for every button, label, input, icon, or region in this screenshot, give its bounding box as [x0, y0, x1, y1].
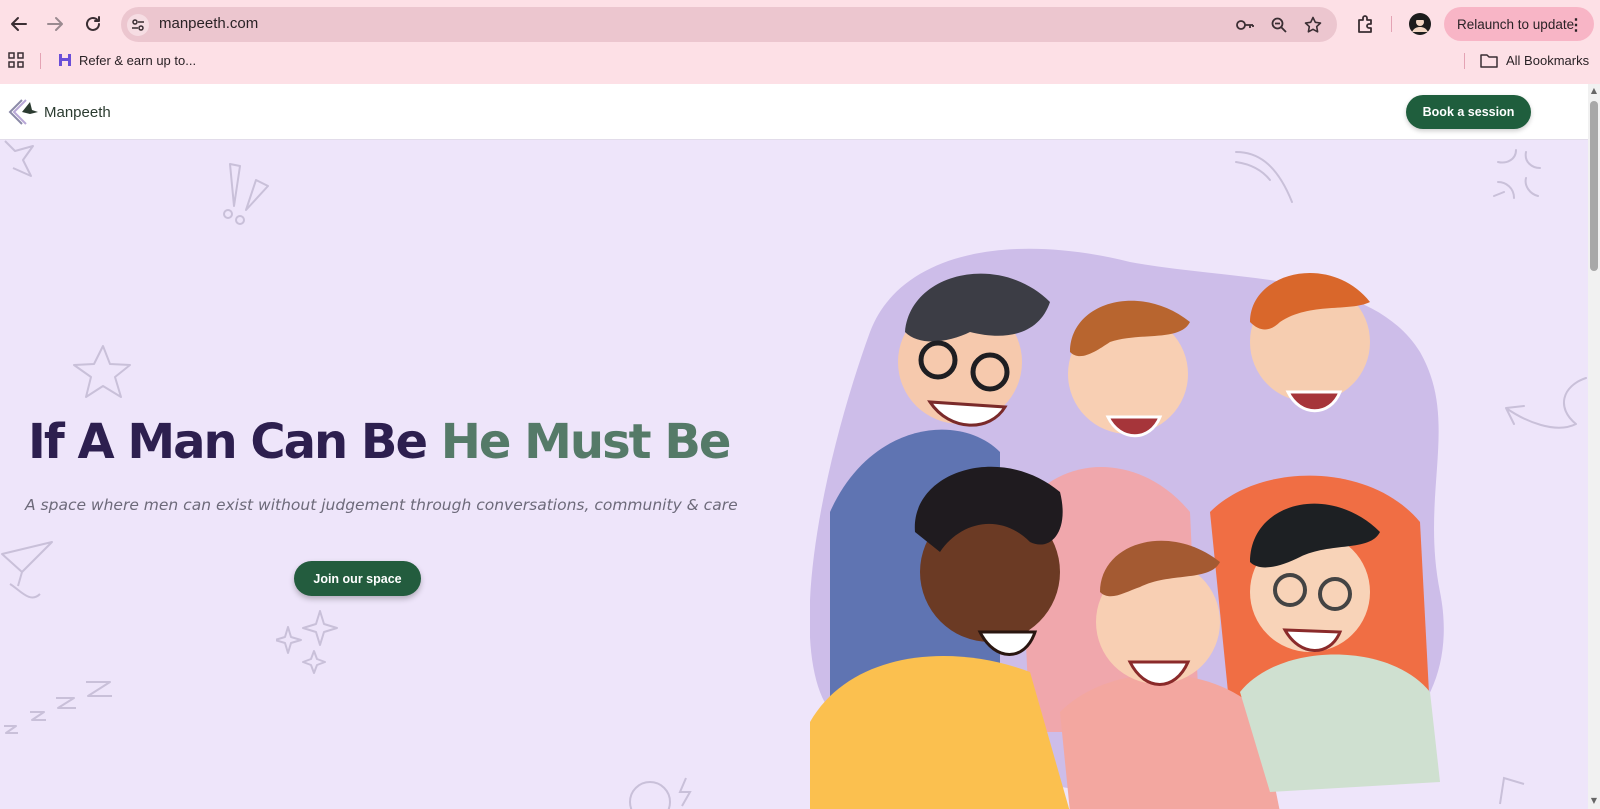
- hero-illustration: [810, 248, 1444, 809]
- star-icon[interactable]: [1302, 14, 1324, 36]
- password-key-icon[interactable]: [1234, 14, 1256, 36]
- bookmark-item[interactable]: Refer & earn up to...: [57, 52, 196, 68]
- reload-icon[interactable]: [78, 9, 108, 39]
- corner-doodle-icon: [1499, 776, 1525, 805]
- more-menu-icon[interactable]: ⋮: [1568, 15, 1584, 35]
- relaunch-button[interactable]: Relaunch to update ⋮: [1444, 7, 1594, 41]
- badge-doodle-icon: [629, 777, 692, 809]
- bookmark-divider: [40, 53, 41, 69]
- address-bar[interactable]: manpeeth.com: [121, 7, 1337, 42]
- burst-doodle-icon: [1493, 149, 1541, 199]
- hero-title-part2: He Must Be: [440, 414, 732, 470]
- scroll-up-icon[interactable]: ▲: [1589, 86, 1599, 96]
- zoom-icon[interactable]: [1268, 14, 1290, 36]
- page-scrollbar[interactable]: ▲ ▼: [1588, 84, 1600, 809]
- extensions-icon[interactable]: [1352, 10, 1380, 38]
- site-logo[interactable]: Manpeeth: [8, 98, 111, 126]
- manpeeth-logo-icon: [8, 99, 38, 125]
- all-bookmarks-label: All Bookmarks: [1506, 52, 1590, 68]
- folder-icon: [1480, 54, 1498, 68]
- forward-icon[interactable]: [40, 9, 70, 39]
- hero-subtitle: A space where men can exist without judg…: [25, 496, 738, 514]
- browser-toolbar: manpeeth.com Relaunch to update ⋮ Refer …: [0, 0, 1600, 84]
- scroll-down-icon[interactable]: ▼: [1589, 796, 1599, 806]
- all-bookmarks-button[interactable]: All Bookmarks: [1480, 52, 1589, 68]
- bookmark-label: Refer & earn up to...: [79, 52, 197, 68]
- book-session-button[interactable]: Book a session: [1406, 95, 1531, 129]
- apps-grid-icon[interactable]: [8, 52, 24, 68]
- exclamation-doodle-icon: [223, 163, 269, 225]
- relaunch-label: Relaunch to update: [1457, 16, 1575, 32]
- bookmark-divider-right: [1464, 53, 1465, 69]
- join-space-button[interactable]: Join our space: [294, 561, 421, 596]
- sparkles-doodle-icon: [276, 610, 338, 674]
- star-doodle-icon: [4, 140, 34, 177]
- hero-title-part1: If A Man Can Be: [28, 414, 428, 470]
- site-settings-icon[interactable]: [127, 14, 149, 36]
- paper-plane-doodle-icon: [1, 541, 53, 599]
- star-outline-doodle-icon: [73, 345, 131, 398]
- arrow-doodle-icon: [1505, 377, 1587, 429]
- toolbar-divider: [1391, 16, 1392, 32]
- url-text[interactable]: manpeeth.com: [159, 15, 258, 32]
- web-page: Manpeeth Book a session If A Man Can Be …: [0, 84, 1588, 809]
- back-icon[interactable]: [4, 9, 34, 39]
- site-header: Manpeeth Book a session: [0, 84, 1588, 140]
- bookmark-favicon-icon: [59, 54, 71, 66]
- scroll-thumb[interactable]: [1590, 101, 1598, 271]
- profile-avatar[interactable]: [1406, 10, 1434, 38]
- hero-title: If A Man Can Be He Must Be: [28, 414, 732, 470]
- logo-text: Manpeeth: [44, 103, 111, 121]
- sleep-z-doodle-icon: [4, 681, 112, 734]
